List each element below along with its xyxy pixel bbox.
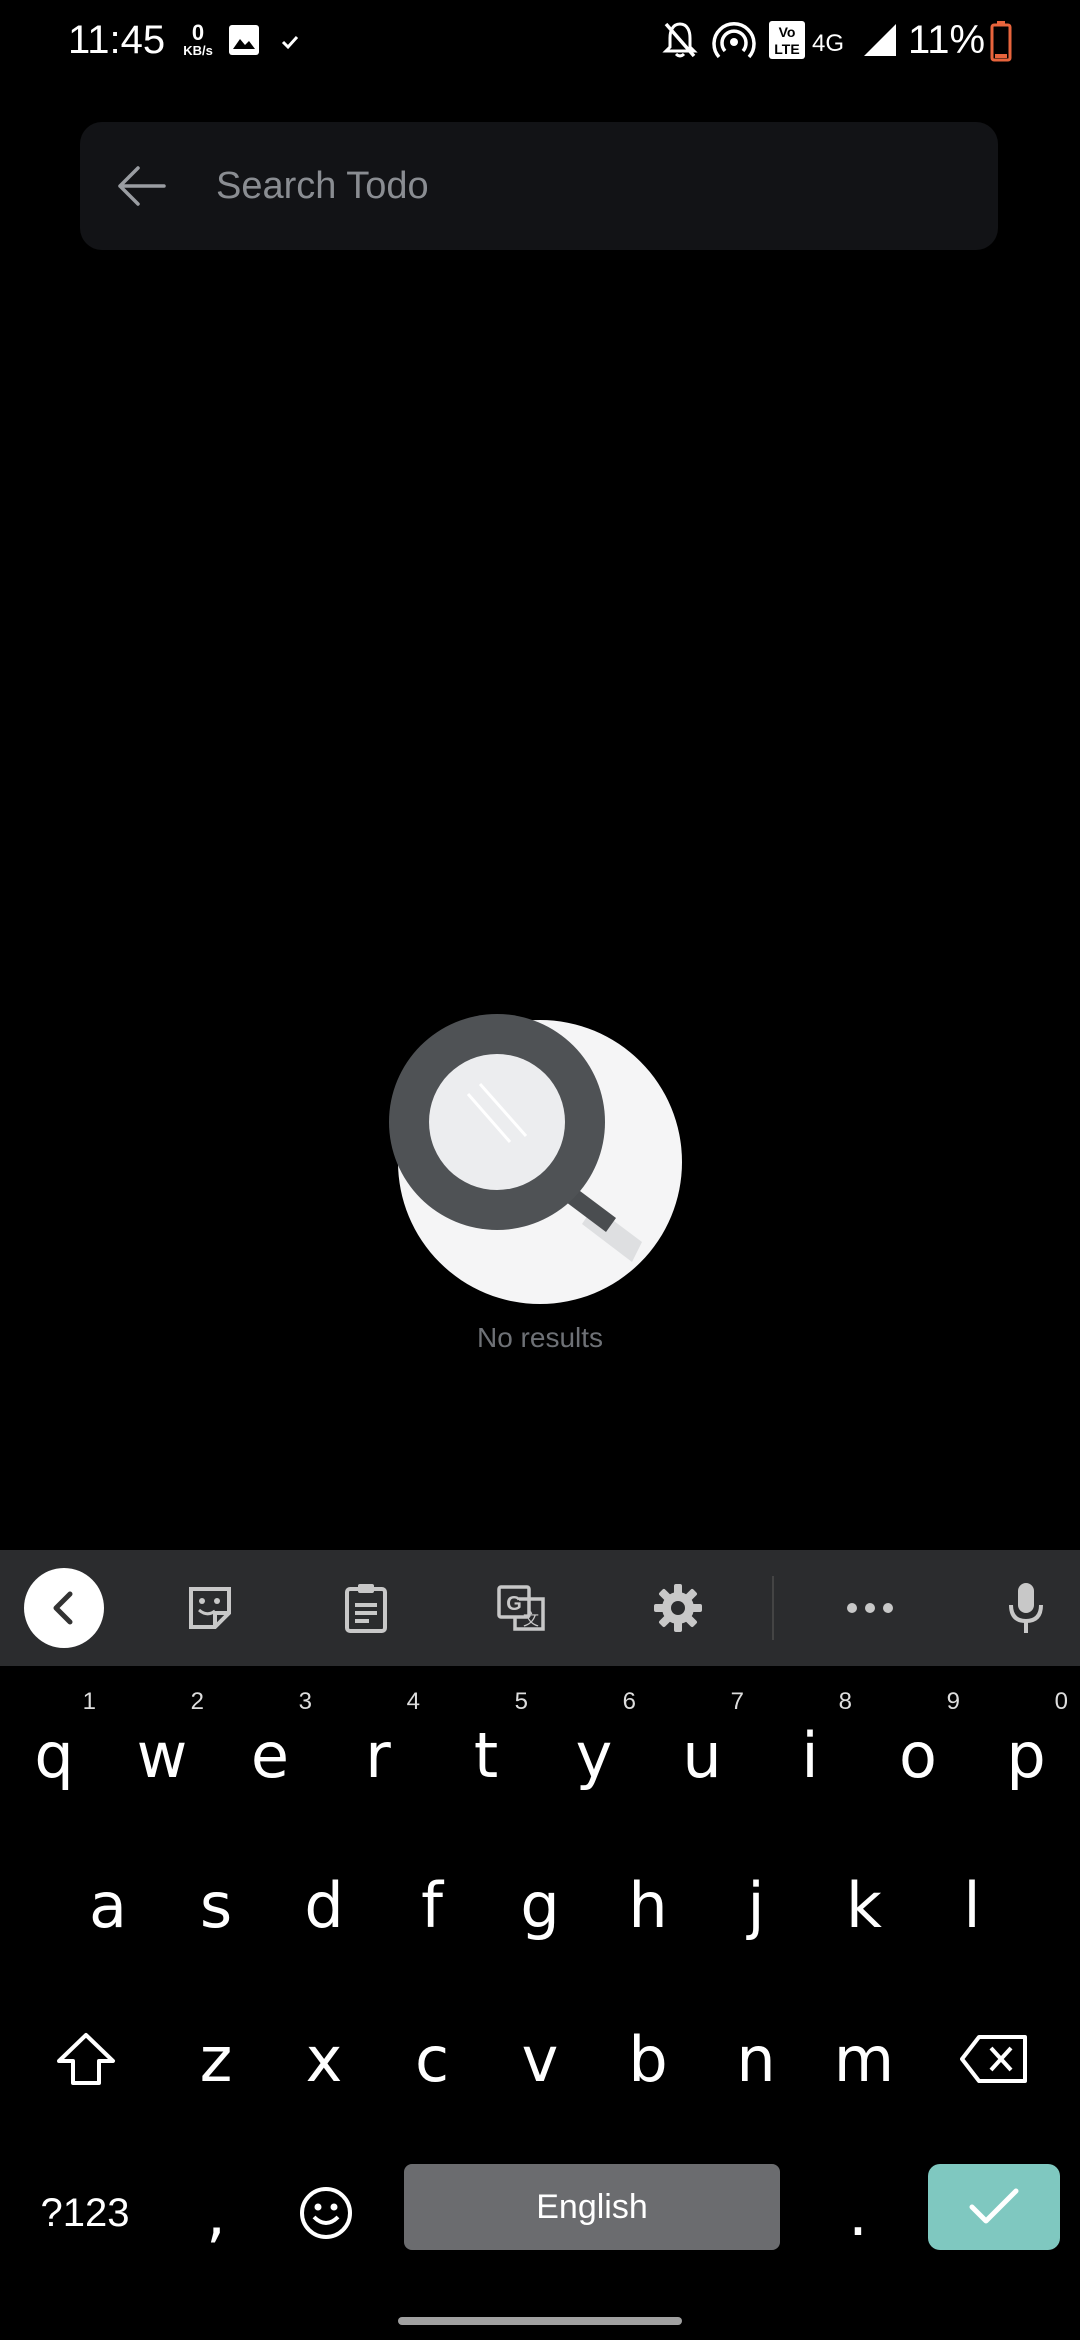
more-options-button[interactable] [830,1568,910,1648]
key-hint: 2 [190,1688,204,1715]
key-q[interactable]: q1 [4,1688,104,1810]
network-speed-unit: KB/s [183,43,213,58]
settings-button[interactable] [638,1568,718,1648]
key-f[interactable]: f [382,1850,482,1960]
key-hint: 0 [1054,1688,1068,1715]
key-p[interactable]: p0 [976,1688,1076,1810]
backspace-key[interactable] [932,2004,1056,2114]
key-h[interactable]: h [598,1850,698,1960]
key-d[interactable]: d [274,1850,374,1960]
key-label: w [136,1718,188,1792]
key-b[interactable]: b [598,2004,698,2114]
comma-key[interactable]: , [166,2164,266,2262]
svg-text:G: G [506,1593,522,1615]
key-y[interactable]: y6 [544,1688,644,1810]
voice-input-button[interactable] [986,1568,1066,1648]
collapse-toolbar-button[interactable] [24,1568,104,1648]
translate-button[interactable]: G 文 [482,1568,562,1648]
check-icon [281,35,299,50]
key-hint: 8 [838,1688,852,1715]
key-r[interactable]: r4 [328,1688,428,1810]
key-label: t [473,1718,499,1792]
key-hint: 9 [946,1688,960,1715]
battery-icon [990,21,1012,62]
gear-icon [654,1584,702,1632]
shift-icon [57,2033,115,2085]
enter-key[interactable] [928,2164,1060,2250]
network-speed: 0 KB/s [178,20,218,58]
key-u[interactable]: u7 [652,1688,752,1810]
signal-icon [864,24,896,56]
key-a[interactable]: a [58,1850,158,1960]
key-l[interactable]: l [922,1850,1022,1960]
space-key[interactable]: English [404,2164,780,2250]
key-g[interactable]: g [490,1850,590,1960]
key-z[interactable]: z [166,2004,266,2114]
key-label: q [34,1718,74,1792]
mic-icon [1009,1583,1043,1633]
network-type: 4G [812,30,845,57]
key-label: r [365,1718,391,1792]
key-e[interactable]: e3 [220,1688,320,1810]
network-speed-value: 0 [191,20,205,45]
svg-text:Vo: Vo [779,24,796,40]
bell-off-icon [662,22,698,58]
key-label: i [801,1718,819,1792]
toolbar-divider [772,1576,774,1640]
key-hint: 6 [622,1688,636,1715]
key-c[interactable]: c [382,2004,482,2114]
key-label: u [682,1718,722,1792]
check-icon [969,2188,1019,2224]
search-input[interactable] [216,122,956,250]
more-icon [847,1603,893,1613]
key-w[interactable]: w2 [112,1688,212,1810]
keyboard-toolbar: G 文 [0,1550,1080,1666]
volte-icon: Vo LTE [769,21,805,59]
key-x[interactable]: x [274,2004,374,2114]
key-hint: 5 [514,1688,528,1715]
backspace-icon [960,2035,1027,2083]
key-v[interactable]: v [490,2004,590,2114]
battery-percent: 11% [908,18,986,62]
key-i[interactable]: i8 [760,1688,860,1810]
key-o[interactable]: o9 [868,1688,968,1810]
svg-text:文: 文 [523,1610,539,1629]
image-icon [229,25,259,55]
clipboard-button[interactable] [326,1568,406,1648]
svg-text:LTE: LTE [774,41,799,57]
no-results-illustration [389,1014,682,1304]
key-m[interactable]: m [814,2004,914,2114]
translate-icon: G 文 [497,1585,545,1631]
collapse-icon [24,1568,104,1648]
emoji-key[interactable] [276,2164,376,2262]
symbols-key[interactable]: ?123 [10,2164,160,2262]
back-arrow-icon[interactable] [116,164,168,208]
period-key[interactable]: . [808,2164,908,2262]
sticker-button[interactable] [170,1568,250,1648]
key-label: o [899,1718,937,1792]
clipboard-icon [345,1584,387,1633]
key-label: p [1006,1718,1046,1792]
key-hint: 3 [298,1688,312,1715]
hotspot-icon [712,22,756,59]
status-time: 11:45 [68,18,166,62]
key-t[interactable]: t5 [436,1688,536,1810]
key-k[interactable]: k [814,1850,914,1960]
key-j[interactable]: j [706,1850,806,1960]
key-hint: 1 [82,1688,96,1715]
home-indicator[interactable] [398,2317,682,2325]
status-bar: 11:45 0 KB/s Vo LTE 4G 11% [0,0,1080,86]
key-n[interactable]: n [706,2004,806,2114]
key-label: y [575,1718,613,1792]
shift-key[interactable] [24,2004,148,2114]
key-hint: 4 [406,1688,420,1715]
search-bar [80,122,998,250]
emoji-icon [300,2187,352,2239]
sticker-icon [189,1587,231,1629]
key-s[interactable]: s [166,1850,266,1960]
no-results-text: No results [476,1322,604,1353]
key-hint: 7 [730,1688,744,1715]
keyboard: G 文 q 1 w 2 e 3 r 4 t 5 y 6 u 7 i 8 o 9 … [0,1550,1080,2340]
key-label: e [250,1718,290,1792]
